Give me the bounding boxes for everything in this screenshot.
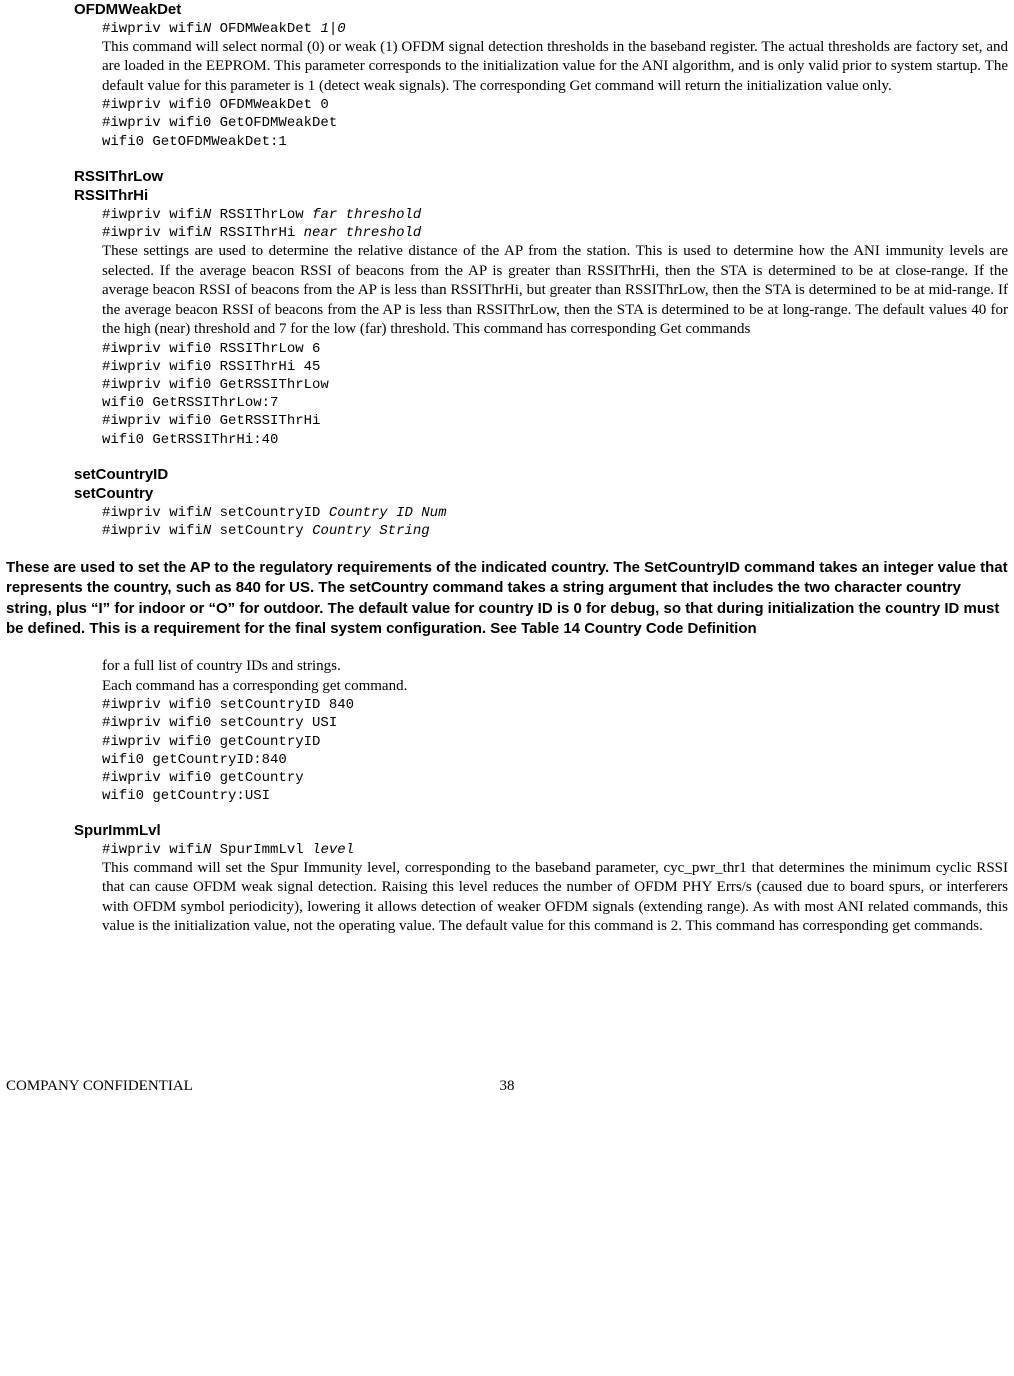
footer-confidential: COMPANY CONFIDENTIAL: [6, 1077, 193, 1097]
example-rssi-3: #iwpriv wifi0 GetRSSIThrLow: [102, 376, 1008, 394]
usage-ofdm: #iwpriv wifiN OFDMWeakDet 1|0: [102, 20, 1008, 38]
desc-ofdm: This command will select normal (0) or w…: [102, 38, 1008, 97]
example-country-1: #iwpriv wifi0 setCountryID 840: [102, 696, 1008, 714]
example-country-4: wifi0 getCountryID:840: [102, 751, 1008, 769]
example-ofdm-3: wifi0 GetOFDMWeakDet:1: [102, 133, 1008, 151]
country-prose-1: for a full list of country IDs and strin…: [102, 657, 1008, 677]
section-title-setcountryid: setCountryID: [74, 465, 1008, 485]
usage-country-str: #iwpriv wifiN setCountry Country String: [102, 522, 1008, 540]
usage-rssi-low: #iwpriv wifiN RSSIThrLow far threshold: [102, 206, 1008, 224]
example-country-6: wifi0 getCountry:USI: [102, 787, 1008, 805]
usage-rssi-hi: #iwpriv wifiN RSSIThrHi near threshold: [102, 224, 1008, 242]
example-country-5: #iwpriv wifi0 getCountry: [102, 769, 1008, 787]
example-rssi-6: wifi0 GetRSSIThrHi:40: [102, 431, 1008, 449]
example-ofdm-1: #iwpriv wifi0 OFDMWeakDet 0: [102, 96, 1008, 114]
desc-spur: This command will set the Spur Immunity …: [102, 859, 1008, 937]
section-title-setcountry: setCountry: [74, 484, 1008, 504]
example-ofdm-2: #iwpriv wifi0 GetOFDMWeakDet: [102, 114, 1008, 132]
section-title-rssithrlow: RSSIThrLow: [74, 167, 1008, 187]
example-country-2: #iwpriv wifi0 setCountry USI: [102, 714, 1008, 732]
example-rssi-4: wifi0 GetRSSIThrLow:7: [102, 394, 1008, 412]
desc-rssi: These settings are used to determine the…: [102, 242, 1008, 340]
example-rssi-5: #iwpriv wifi0 GetRSSIThrHi: [102, 412, 1008, 430]
usage-spur: #iwpriv wifiN SpurImmLvl level: [102, 841, 1008, 859]
section-title-rssithrhi: RSSIThrHi: [74, 186, 1008, 206]
section-title-ofdm: OFDMWeakDet: [74, 0, 1008, 20]
footer-page-number: 38: [500, 1077, 515, 1097]
example-rssi-1: #iwpriv wifi0 RSSIThrLow 6: [102, 340, 1008, 358]
country-bold-paragraph: These are used to set the AP to the regu…: [6, 558, 1008, 639]
example-rssi-2: #iwpriv wifi0 RSSIThrHi 45: [102, 358, 1008, 376]
section-title-spur: SpurImmLvl: [74, 821, 1008, 841]
example-country-3: #iwpriv wifi0 getCountryID: [102, 733, 1008, 751]
usage-country-id: #iwpriv wifiN setCountryID Country ID Nu…: [102, 504, 1008, 522]
country-prose-2: Each command has a corresponding get com…: [102, 677, 1008, 697]
